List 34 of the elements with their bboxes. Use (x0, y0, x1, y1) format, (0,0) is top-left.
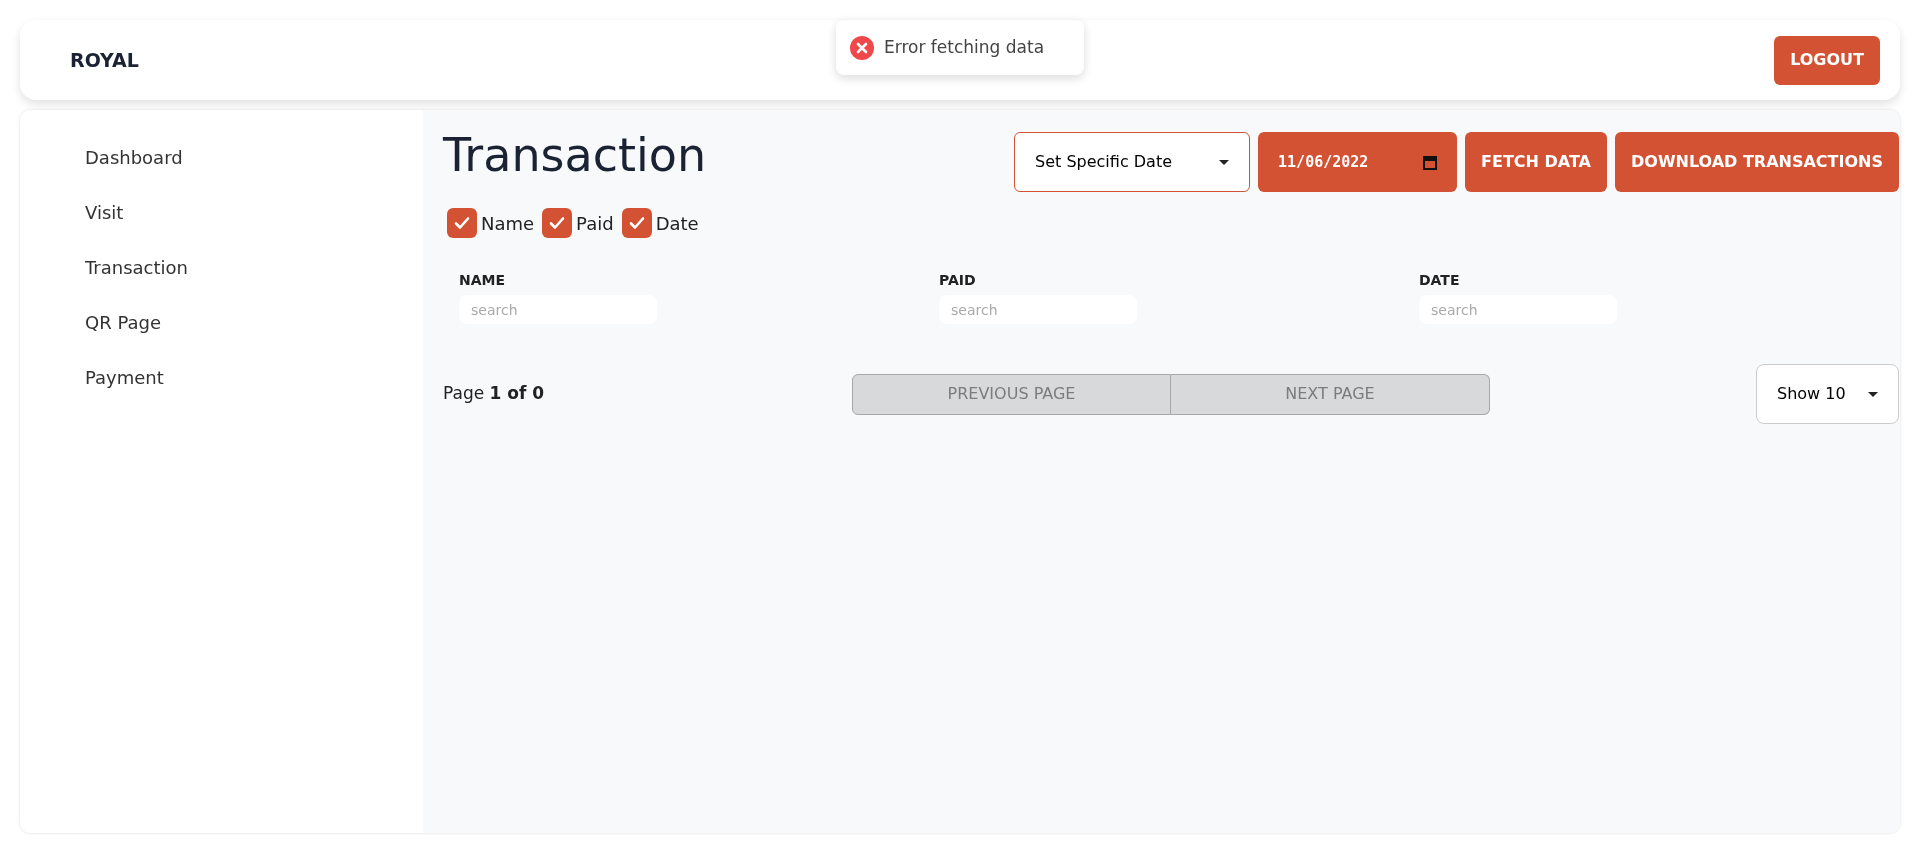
checkmark-icon (627, 214, 646, 232)
column-header: PAID (939, 271, 977, 290)
date-mode-dropdown[interactable]: Set Specific Date (1014, 132, 1251, 192)
toast-message: Error fetching data (884, 35, 1045, 59)
page-size-dropdown[interactable]: Show 10 (1756, 364, 1899, 424)
search-field[interactable]: search (1419, 295, 1617, 324)
calendar-icon[interactable] (1423, 154, 1438, 170)
brand-logo: ROYAL (70, 47, 139, 73)
sidebar-item[interactable]: QR Page (65, 295, 423, 350)
action-button[interactable]: DOWNLOAD TRANSACTIONS (1615, 132, 1899, 192)
sidebar-item[interactable]: Payment (65, 350, 423, 405)
error-icon (850, 35, 874, 60)
caret-icon (1868, 391, 1878, 397)
column-header: DATE (1419, 271, 1461, 290)
page-title: Transaction (443, 128, 707, 184)
checkbox-label: Name (481, 211, 535, 236)
checkbox[interactable] (621, 208, 652, 238)
column-header: NAME (459, 271, 507, 290)
checkmark-icon (453, 214, 471, 232)
caret-icon (1219, 159, 1230, 165)
action-button[interactable]: FETCH DATA (1465, 132, 1607, 192)
search-field[interactable]: search (939, 295, 1137, 324)
checkbox[interactable] (447, 208, 477, 238)
search-field[interactable]: search (459, 295, 657, 324)
logout-button[interactable]: LOGOUT (1774, 35, 1880, 85)
page-indicator: Page 1 of 0 (443, 382, 546, 406)
checkmark-icon (548, 214, 567, 232)
sidebar-item[interactable]: Visit (65, 185, 423, 240)
checkbox[interactable] (542, 208, 573, 238)
sidebar-item[interactable]: Dashboard (65, 130, 423, 185)
date-input[interactable]: 11/06/2022 (1258, 132, 1458, 192)
checkbox-label: Date (655, 211, 699, 236)
sidebar-item[interactable]: Transaction (65, 240, 423, 295)
checkbox-label: Paid (576, 211, 614, 236)
